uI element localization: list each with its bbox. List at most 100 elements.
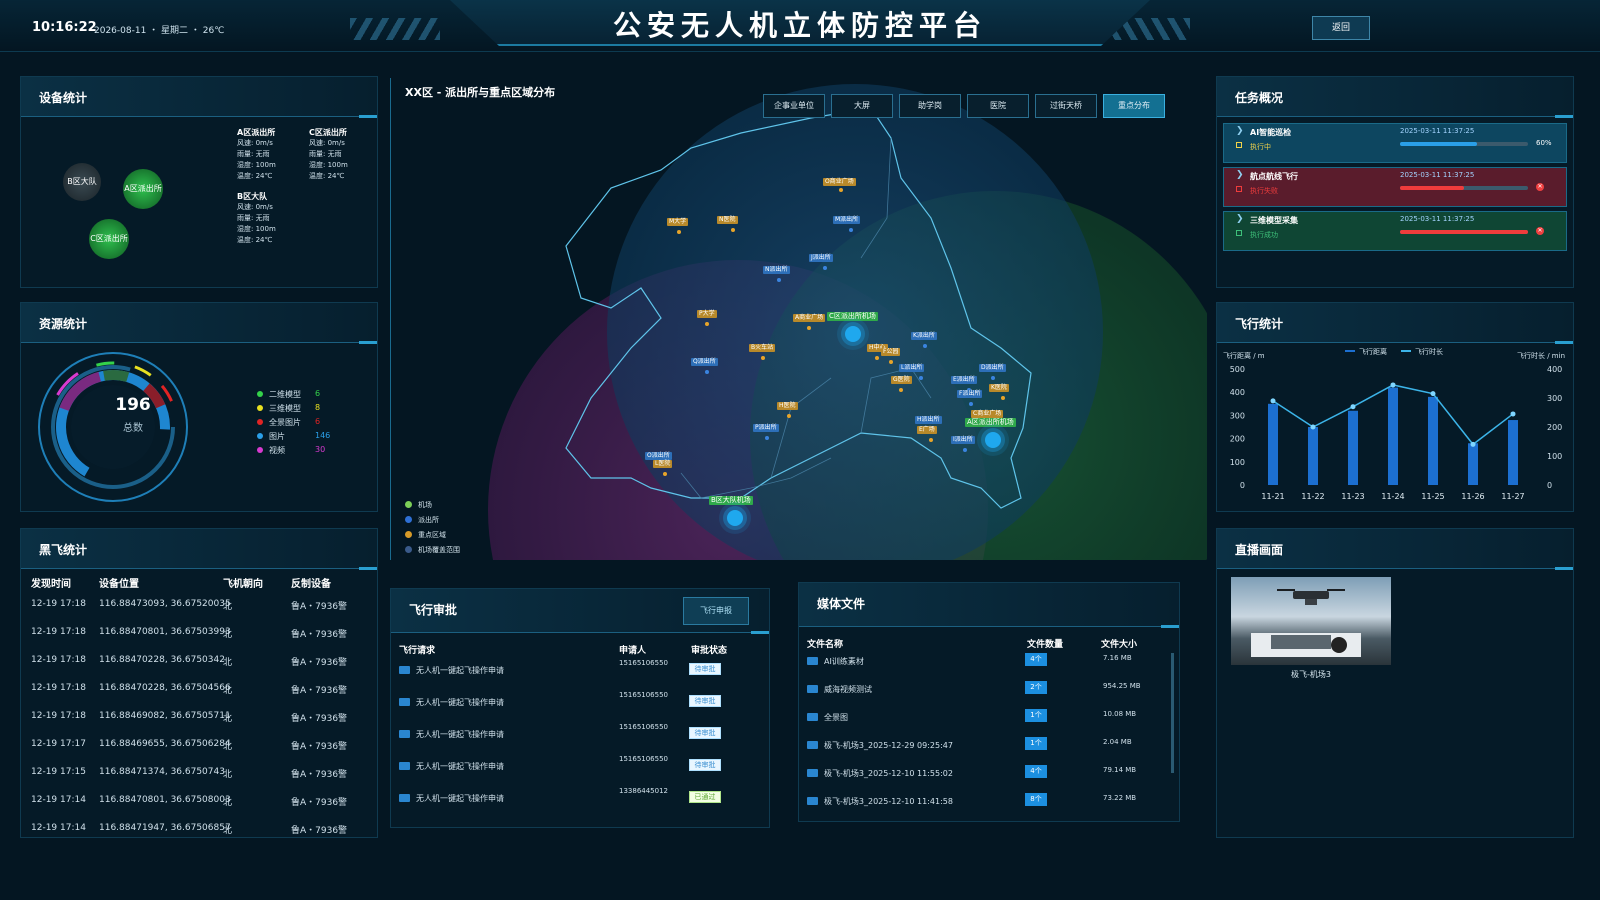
close-icon[interactable]: ✕ <box>1536 227 1544 235</box>
map-marker[interactable]: O商业广场 <box>823 178 856 186</box>
file-count-badge: 1个 <box>1025 737 1047 750</box>
task-item[interactable]: ❯ 航点航线飞行 执行失败 2025-03-11 11:37:25 ✕ <box>1223 167 1567 207</box>
map-marker[interactable]: F派出所 <box>957 390 983 398</box>
table-row[interactable]: 12-19 17:18 116.88469082, 36.67505711 北 鲁A・… <box>31 703 371 731</box>
table-row[interactable]: 无人机一键起飞操作申请 15165106550 待审批 <box>399 723 759 753</box>
map-marker[interactable]: Q派出所 <box>691 358 718 366</box>
table-cell: 116.88469655, 36.67506284 <box>99 739 231 749</box>
table-row[interactable]: 全景图 1个 10.08 MB <box>807 709 1167 737</box>
y-tick-left: 300 <box>1230 411 1245 420</box>
table-row[interactable]: 极飞-机场3_2025-12-29 09:25:47 1个 2.04 MB <box>807 737 1167 765</box>
map-marker[interactable]: F公园 <box>881 348 901 356</box>
map-marker[interactable]: P大学 <box>697 310 717 318</box>
table-row[interactable]: 无人机一键起飞操作申请 15165106550 待审批 <box>399 659 759 689</box>
map-marker[interactable]: L医院 <box>653 460 673 468</box>
map-tab-key-distribution[interactable]: 重点分布 <box>1103 94 1165 118</box>
table-row[interactable]: 12-19 17:18 116.88473093, 36.67520035 北 鲁A・… <box>31 591 371 619</box>
map-marker[interactable]: H派出所 <box>915 416 942 424</box>
flight-declare-button[interactable]: 飞行申报 <box>683 597 749 625</box>
table-row[interactable]: 12-19 17:15 116.88471374, 36.6750743 北 鲁A・7… <box>31 759 371 787</box>
device-bubble[interactable]: C区派出所 <box>89 219 129 259</box>
table-row[interactable]: 12-19 17:14 116.88470801, 36.67508003 北 鲁A・… <box>31 787 371 815</box>
task-item[interactable]: ❯ AI智能巡检 执行中 2025-03-11 11:37:25 60% <box>1223 123 1567 163</box>
chevron-right-icon[interactable]: ❯ <box>1236 126 1244 136</box>
approval-status-badge[interactable]: 待审批 <box>689 695 721 707</box>
map-tab-overpass[interactable]: 过街天桥 <box>1035 94 1097 118</box>
table-row[interactable]: 12-19 17:17 116.88469655, 36.67506284 北 鲁A・… <box>31 731 371 759</box>
chevron-right-icon[interactable]: ❯ <box>1236 170 1244 180</box>
table-cell: 116.88470228, 36.6750342 <box>99 655 225 665</box>
task-percent: 60% <box>1536 139 1552 147</box>
map-marker[interactable]: K医院 <box>989 384 1009 392</box>
map-marker[interactable]: E广场 <box>917 426 937 434</box>
map-marker[interactable]: M派出所 <box>833 216 861 224</box>
map-marker[interactable]: N派出所 <box>763 266 790 274</box>
airport-label[interactable]: C区派出所机场 <box>827 312 878 321</box>
bar <box>1468 443 1478 485</box>
legend-dot <box>257 447 263 453</box>
approval-status-badge[interactable]: 待审批 <box>689 759 721 771</box>
table-row[interactable]: 威海视频测试 2个 954.25 MB <box>807 681 1167 709</box>
close-icon[interactable]: ✕ <box>1536 183 1544 191</box>
airport-a-marker[interactable] <box>985 432 1001 448</box>
map-marker[interactable]: O派出所 <box>645 452 672 460</box>
airport-label[interactable]: A区派出所机场 <box>965 418 1016 427</box>
approval-status-badge[interactable]: 已通过 <box>689 791 721 803</box>
airport-c-marker[interactable] <box>845 326 861 342</box>
folder-icon <box>399 698 410 706</box>
live-video-thumbnail[interactable] <box>1231 577 1391 665</box>
task-progress-bar <box>1400 230 1528 234</box>
map-marker[interactable]: E派出所 <box>951 376 977 384</box>
approval-status-badge[interactable]: 待审批 <box>689 663 721 675</box>
device-bubble[interactable]: A区派出所 <box>123 169 163 209</box>
table-row[interactable]: 12-19 17:18 116.88470801, 36.67503993 北 鲁A・… <box>31 619 371 647</box>
map-marker[interactable]: P派出所 <box>753 424 779 432</box>
table-row[interactable]: 12-19 17:18 116.88470228, 36.6750342 北 鲁A・7… <box>31 647 371 675</box>
table-row[interactable]: AI训练素材 4个 7.16 MB <box>807 653 1167 681</box>
map-marker[interactable]: H医院 <box>777 402 798 410</box>
map-marker[interactable]: D派出所 <box>979 364 1006 372</box>
map-marker[interactable]: C商业广场 <box>971 410 1004 418</box>
map-tab-screen[interactable]: 大屏 <box>831 94 893 118</box>
device-bubble[interactable]: B区大队 <box>63 163 101 201</box>
map-tab-school-post[interactable]: 助学岗 <box>899 94 961 118</box>
table-cell: 鲁A・7936警 <box>291 602 348 612</box>
map-panel[interactable]: XX区 - 派出所与重点区域分布 企事业单位 大屏 助学岗 医院 过街天桥 重点… <box>390 78 1207 560</box>
x-tick: 11-21 <box>1261 492 1284 501</box>
chevron-right-icon[interactable]: ❯ <box>1236 214 1244 224</box>
map-tab-hospital[interactable]: 医院 <box>967 94 1029 118</box>
y-tick-right: 300 <box>1547 394 1562 403</box>
task-item[interactable]: ❯ 三维模型采集 执行成功 2025-03-11 11:37:25 ✕ <box>1223 211 1567 251</box>
x-tick: 11-23 <box>1341 492 1364 501</box>
airport-label[interactable]: B区大队机场 <box>709 496 753 505</box>
map-marker[interactable]: N医院 <box>717 216 738 224</box>
table-row[interactable]: 无人机一键起飞操作申请 15165106550 待审批 <box>399 691 759 721</box>
right-axis-label: 飞行时长 / min <box>1517 352 1566 360</box>
map-marker[interactable]: I派出所 <box>951 436 975 444</box>
map-marker[interactable]: L派出所 <box>899 364 925 372</box>
map-marker[interactable]: K派出所 <box>911 332 937 340</box>
approval-request: 无人机一键起飞操作申请 <box>399 793 504 804</box>
map-tab-enterprise[interactable]: 企事业单位 <box>763 94 825 118</box>
map-marker[interactable]: A商业广场 <box>793 314 826 322</box>
table-cell: 北 <box>223 630 233 640</box>
table-row[interactable]: 无人机一键起飞操作申请 13386445012 已通过 <box>399 787 759 817</box>
map-marker[interactable]: J派出所 <box>809 254 833 262</box>
table-row[interactable]: 12-19 17:18 116.88470228, 36.67504566 北 鲁A・… <box>31 675 371 703</box>
map-marker[interactable]: M大学 <box>667 218 689 226</box>
file-size: 10.08 MB <box>1103 710 1137 718</box>
map-marker[interactable]: G医院 <box>891 376 912 384</box>
table-row[interactable]: 无人机一键起飞操作申请 15165106550 待审批 <box>399 755 759 785</box>
back-button[interactable]: 返回 <box>1312 16 1370 40</box>
column-header: 文件大小 <box>1101 640 1138 650</box>
legend-dot <box>405 531 412 538</box>
line-point <box>1350 404 1356 410</box>
table-row[interactable]: 极飞-机场3_2025-12-10 11:41:58 8个 73.22 MB <box>807 793 1167 821</box>
table-row[interactable]: 12-19 17:14 116.88471947, 36.67506857 北 鲁A・… <box>31 815 371 843</box>
approval-status-badge[interactable]: 待审批 <box>689 727 721 739</box>
scrollbar[interactable] <box>1171 653 1174 773</box>
map-marker[interactable]: B火车站 <box>749 344 776 352</box>
airport-b-marker[interactable] <box>727 510 743 526</box>
map-point <box>765 436 769 440</box>
table-row[interactable]: 极飞-机场3_2025-12-10 11:55:02 4个 79.14 MB <box>807 765 1167 793</box>
